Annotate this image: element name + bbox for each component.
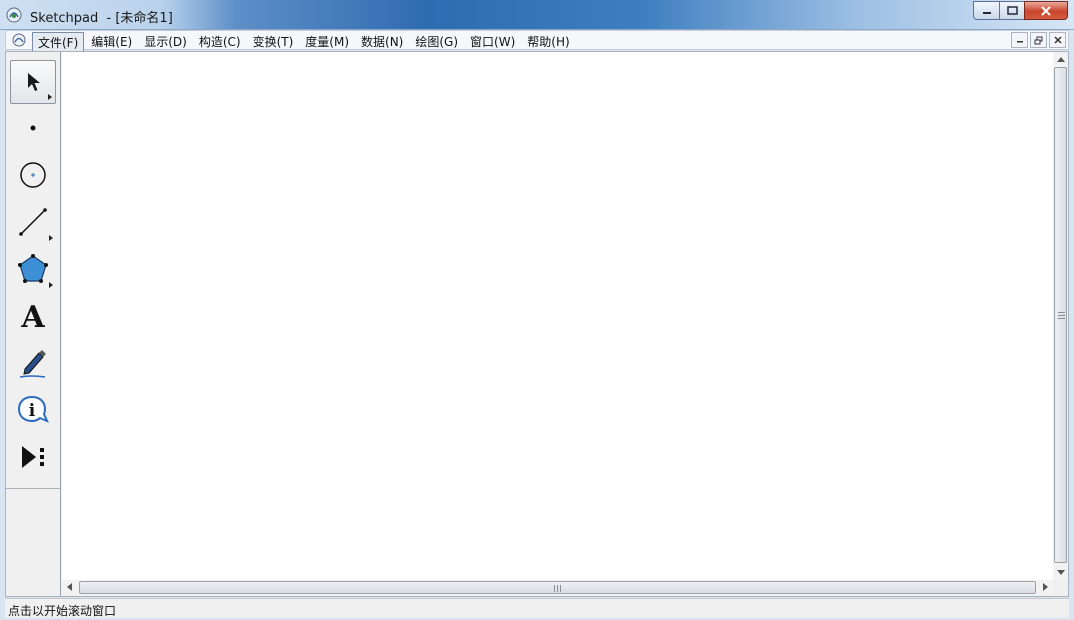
menu-help[interactable]: 帮助(H)	[522, 32, 574, 53]
menu-data[interactable]: 数据(N)	[356, 32, 408, 53]
minimize-icon	[982, 11, 991, 14]
svg-text:A: A	[20, 300, 45, 332]
toolbox-divider	[6, 488, 60, 489]
maximize-button[interactable]	[999, 1, 1025, 20]
selection-arrow-tool[interactable]	[10, 60, 56, 104]
information-icon: i	[17, 395, 49, 423]
information-tool[interactable]: i	[10, 388, 56, 432]
close-button[interactable]	[1024, 1, 1068, 20]
minimize-icon	[1016, 41, 1023, 43]
compass-circle-icon	[20, 162, 46, 188]
custom-tool-icon	[22, 446, 44, 468]
polygon-tool[interactable]	[10, 247, 56, 291]
title-bar: Sketchpad - [未命名1]	[0, 0, 1074, 30]
document-window-controls	[1009, 32, 1066, 48]
compass-tool[interactable]	[10, 153, 56, 197]
selection-arrow-icon	[28, 73, 40, 91]
window-title: Sketchpad - [未命名1]	[30, 11, 173, 26]
polygon-icon	[18, 254, 48, 283]
point-icon	[30, 125, 36, 131]
sketchpad-app-icon[interactable]	[6, 7, 22, 23]
maximize-icon	[1006, 6, 1018, 15]
menu-window[interactable]: 窗口(W)	[465, 32, 520, 53]
vertical-scrollbar[interactable]	[1053, 52, 1068, 580]
point-tool[interactable]	[10, 106, 56, 150]
horizontal-scrollbar[interactable]	[62, 580, 1053, 595]
text-tool[interactable]: A	[10, 294, 56, 338]
status-text: 点击以开始滚动窗口	[8, 604, 117, 618]
marker-tool[interactable]	[10, 341, 56, 385]
menu-display[interactable]: 显示(D)	[139, 32, 192, 53]
straightedge-icon	[19, 208, 47, 236]
toolbox: A i	[6, 52, 61, 596]
restore-icon	[1034, 36, 1043, 44]
scroll-right-arrow-icon[interactable]	[1043, 583, 1048, 591]
tool-menu-arrow-icon	[49, 282, 53, 288]
scroll-down-arrow-icon[interactable]	[1057, 570, 1065, 575]
menu-bar: 文件(F) 编辑(E) 显示(D) 构造(C) 变换(T) 度量(M) 数据(N…	[5, 30, 1069, 53]
scrollbar-corner	[1053, 580, 1068, 595]
doc-close-button[interactable]	[1049, 32, 1066, 48]
menu-transform[interactable]: 变换(T)	[248, 32, 299, 53]
straightedge-tool[interactable]	[10, 200, 56, 244]
menu-construct[interactable]: 构造(C)	[194, 32, 246, 53]
tool-menu-arrow-icon	[48, 94, 52, 100]
scroll-left-arrow-icon[interactable]	[67, 583, 72, 591]
doc-restore-button[interactable]	[1030, 32, 1047, 48]
sketch-canvas[interactable]	[62, 52, 1053, 580]
document-icon[interactable]	[12, 33, 26, 47]
scroll-up-arrow-icon[interactable]	[1057, 57, 1065, 62]
grip-icon	[554, 585, 561, 592]
menu-graph[interactable]: 绘图(G)	[410, 32, 463, 53]
minimize-button[interactable]	[973, 1, 1000, 20]
menu-edit[interactable]: 编辑(E)	[86, 32, 137, 53]
close-icon	[1041, 5, 1051, 16]
horizontal-scroll-thumb[interactable]	[79, 581, 1036, 594]
grip-icon	[1058, 312, 1065, 319]
menu-measure[interactable]: 度量(M)	[300, 32, 354, 53]
status-bar: 点击以开始滚动窗口	[5, 598, 1069, 618]
close-icon	[1053, 36, 1062, 44]
vertical-scroll-thumb[interactable]	[1054, 67, 1067, 563]
svg-text:i: i	[29, 401, 36, 421]
menu-file[interactable]: 文件(F)	[32, 32, 85, 53]
document-window: A i	[5, 51, 1069, 597]
marker-icon	[19, 350, 46, 378]
text-icon: A	[20, 300, 45, 332]
custom-tool[interactable]	[10, 435, 56, 479]
doc-minimize-button[interactable]	[1011, 32, 1028, 48]
tool-menu-arrow-icon	[49, 235, 53, 241]
window-controls	[973, 1, 1068, 20]
